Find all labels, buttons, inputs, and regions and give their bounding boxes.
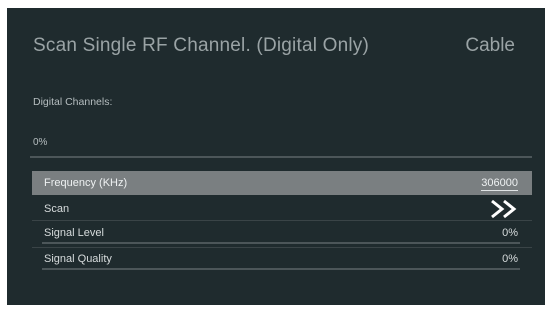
signal-quality-value: 0% [502,253,518,265]
page-title: Scan Single RF Channel. (Digital Only) [33,35,370,56]
signal-level-value: 0% [502,227,518,239]
signal-quality-meter [42,268,520,270]
scan-progress-text: 0% [33,137,48,148]
scan-label: Scan [44,203,70,215]
row-divider [32,247,532,248]
frequency-label: Frequency (KHz) [44,177,128,189]
frequency-row[interactable]: Frequency (KHz) 306000 [32,171,532,195]
row-divider [32,220,532,221]
scan-dialog: Scan Single RF Channel. (Digital Only) C… [7,8,545,305]
source-label: Cable [465,35,515,56]
scan-progress-bar [30,156,532,158]
signal-level-label: Signal Level [44,227,104,239]
signal-quality-row: Signal Quality 0% [32,251,532,273]
double-chevron-right-icon[interactable] [488,198,522,220]
digital-channels-label: Digital Channels: [33,96,113,108]
signal-quality-label: Signal Quality [44,253,112,265]
scan-button[interactable]: Scan [32,197,532,219]
signal-level-meter [42,242,520,244]
signal-level-row: Signal Level 0% [32,225,532,247]
frequency-input[interactable]: 306000 [481,177,518,191]
